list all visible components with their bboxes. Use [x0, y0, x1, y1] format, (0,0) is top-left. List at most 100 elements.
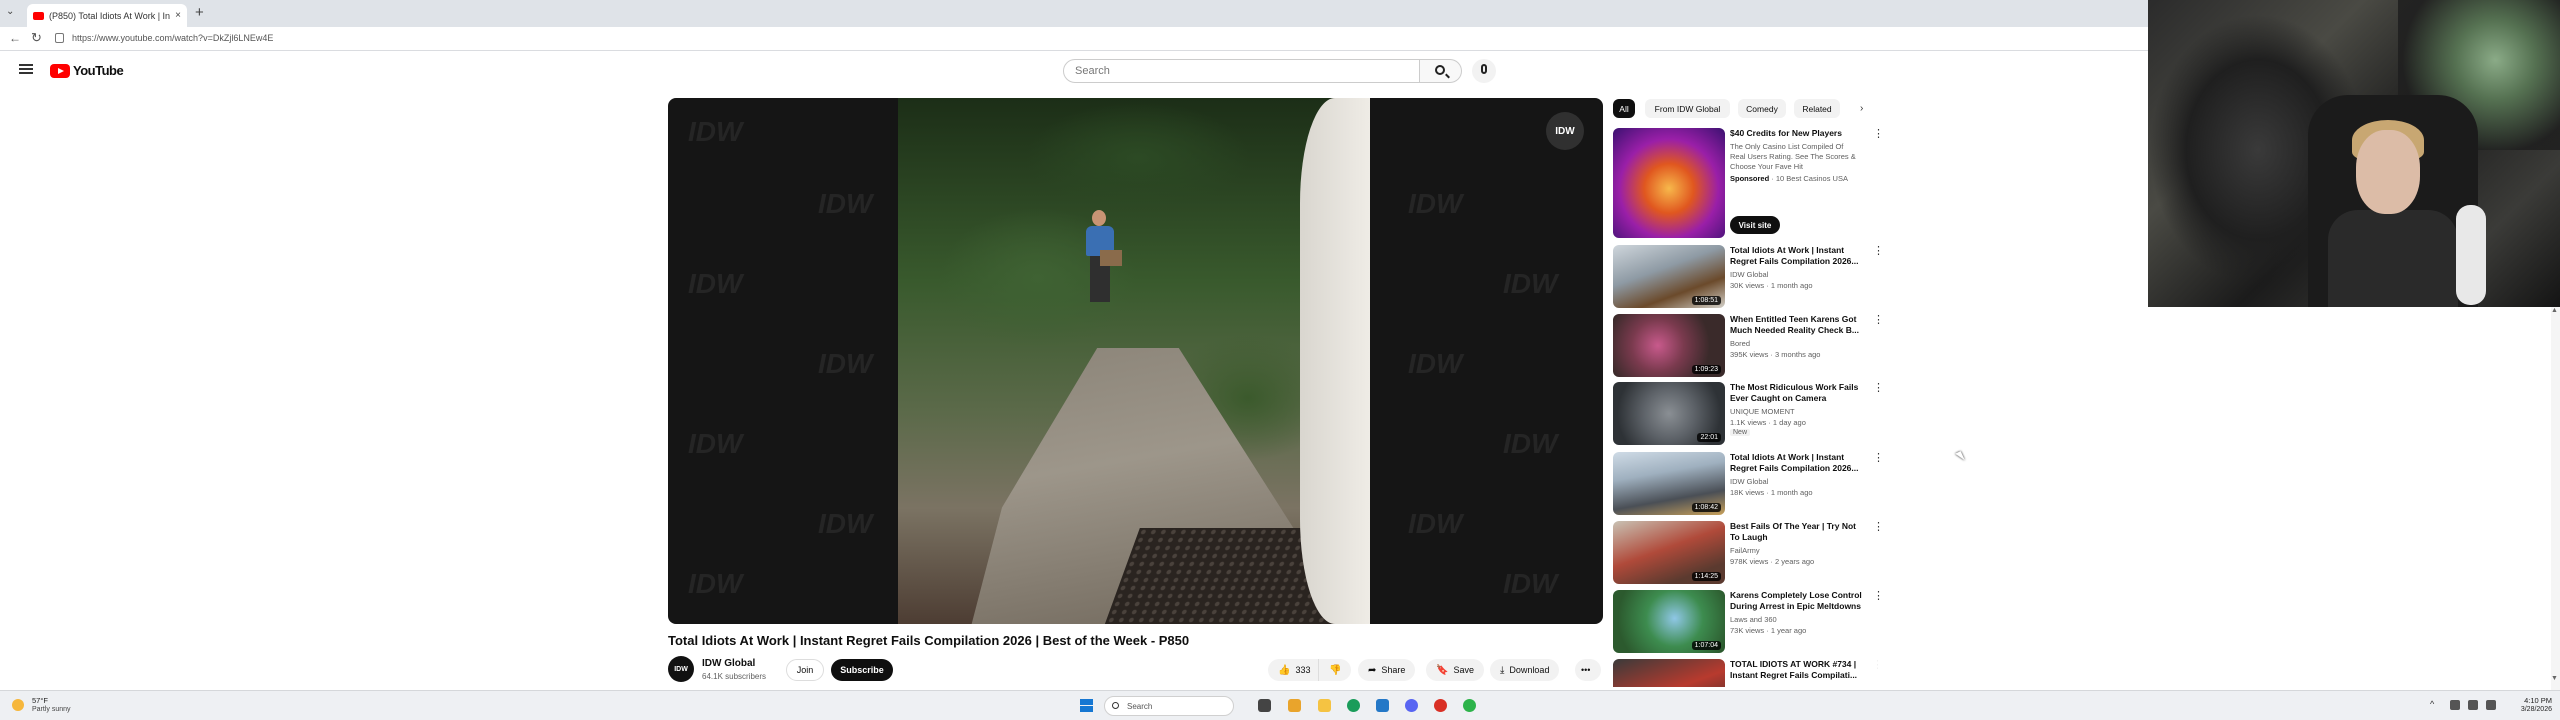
recommendation-thumbnail[interactable]: 1:07:04: [1613, 590, 1725, 653]
weather-temperature[interactable]: 57°F: [32, 696, 48, 705]
kebab-icon[interactable]: ⋮: [1873, 246, 1884, 257]
spotify-icon[interactable]: [1463, 699, 1476, 712]
search-button[interactable]: [1420, 59, 1462, 83]
recommendation-item[interactable]: 1:09:23 When Entitled Teen Karens Got Mu…: [1613, 314, 1884, 380]
recommendation-channel[interactable]: Laws and 360: [1730, 615, 1777, 624]
channel-watermark-bug[interactable]: IDW: [1546, 112, 1584, 150]
taskbar-search-box[interactable]: Search: [1104, 696, 1234, 716]
recommendation-thumbnail[interactable]: 1:09:23: [1613, 314, 1725, 377]
store-icon[interactable]: [1376, 699, 1389, 712]
like-button[interactable]: 👍 333: [1268, 659, 1321, 681]
recommendation-channel[interactable]: Bored: [1730, 339, 1750, 348]
close-tab-icon[interactable]: ×: [175, 10, 181, 21]
duration-badge: 1:07:04: [1691, 641, 1721, 650]
recommendation-item[interactable]: TOTAL IDIOTS AT WORK #734 | Instant Regr…: [1613, 659, 1878, 687]
reload-button[interactable]: ↻: [31, 30, 42, 46]
recommendation-channel[interactable]: UNIQUE MOMENT: [1730, 407, 1795, 416]
recommendation-title[interactable]: TOTAL IDIOTS AT WORK #734 | Instant Regr…: [1730, 659, 1868, 681]
kebab-icon[interactable]: ⋮: [1873, 453, 1884, 464]
join-button[interactable]: Join: [786, 659, 824, 681]
kebab-icon[interactable]: ⋮: [1873, 315, 1884, 326]
channel-avatar[interactable]: IDW: [668, 656, 694, 682]
clock-date[interactable]: 3/28/2026: [2510, 706, 2552, 713]
recommendation-thumbnail[interactable]: 22:01: [1613, 382, 1725, 445]
scroll-down-icon[interactable]: ▼: [2551, 675, 2558, 682]
task-view-icon[interactable]: [1258, 699, 1271, 712]
chevron-right-icon[interactable]: ›: [1860, 103, 1863, 114]
weather-icon[interactable]: [12, 699, 24, 711]
discord-icon[interactable]: [1405, 699, 1418, 712]
channel-name[interactable]: IDW Global: [702, 658, 755, 669]
back-button[interactable]: ←: [9, 31, 21, 45]
voice-search-button[interactable]: [1472, 59, 1496, 83]
kebab-icon[interactable]: ⋮: [1873, 522, 1884, 533]
download-button[interactable]: ⤓ Download: [1490, 659, 1560, 681]
person-face: [2356, 130, 2420, 214]
recommendation-item[interactable]: 1:08:51 Total Idiots At Work | Instant R…: [1613, 245, 1884, 311]
recommendation-item[interactable]: 1:14:25 Best Fails Of The Year | Try Not…: [1613, 521, 1884, 587]
youtube-favicon-icon: [33, 11, 44, 20]
recommendation-thumbnail[interactable]: [1613, 659, 1725, 687]
chip-comedy[interactable]: Comedy: [1738, 99, 1786, 118]
url-field[interactable]: https://www.youtube.com/watch?v=DkZjl6LN…: [72, 33, 273, 43]
recommendation-title[interactable]: Best Fails Of The Year | Try Not To Laug…: [1730, 521, 1868, 543]
network-icon[interactable]: [2450, 700, 2460, 710]
video-player[interactable]: IDW IDW IDW IDW IDW IDW IDW IDW IDW IDW …: [668, 98, 1603, 624]
recommendation-item[interactable]: 1:07:04 Karens Completely Lose Control D…: [1613, 590, 1884, 656]
like-icon: 👍: [1278, 664, 1291, 676]
kebab-icon[interactable]: ⋮: [1873, 660, 1878, 671]
recommendation-title[interactable]: When Entitled Teen Karens Got Much Neede…: [1730, 314, 1868, 336]
widgets-icon[interactable]: [1288, 699, 1301, 712]
watermark: IDW: [1408, 348, 1463, 379]
volume-icon[interactable]: [2468, 700, 2478, 710]
ad-line: Choose Your Fave Hit: [1730, 162, 1803, 171]
chip-related[interactable]: Related: [1794, 99, 1840, 118]
browser-tab-active[interactable]: (P850) Total Idiots At Work | In ×: [27, 4, 187, 27]
windows-start-icon[interactable]: [1080, 699, 1093, 712]
recording-app-icon[interactable]: [1434, 699, 1447, 712]
save-button[interactable]: 🔖 Save: [1426, 659, 1484, 681]
scroll-up-icon[interactable]: ▲: [2551, 307, 2558, 314]
recommendation-title[interactable]: Karens Completely Lose Control During Ar…: [1730, 590, 1868, 612]
kebab-icon[interactable]: ⋮: [1873, 129, 1884, 140]
clock-time[interactable]: 4:10 PM: [2516, 696, 2552, 705]
subscribe-button[interactable]: Subscribe: [831, 659, 893, 681]
recommendation-title[interactable]: Total Idiots At Work | Instant Regret Fa…: [1730, 245, 1868, 267]
new-tab-button[interactable]: +: [195, 4, 204, 21]
more-actions-button[interactable]: •••: [1575, 659, 1601, 681]
ad-thumbnail[interactable]: [1613, 128, 1725, 238]
chip-all[interactable]: All: [1613, 99, 1635, 118]
youtube-logo[interactable]: YouTube: [50, 63, 124, 78]
chip-from-idw-global[interactable]: From IDW Global: [1645, 99, 1730, 118]
sponsored-ad[interactable]: $40 Credits for New Players The Only Cas…: [1613, 128, 1884, 238]
tab-list-dropdown-icon[interactable]: ⌄: [6, 6, 14, 17]
recommendation-title[interactable]: The Most Ridiculous Work Fails Ever Caug…: [1730, 382, 1868, 404]
page-scrollbar[interactable]: [2551, 307, 2560, 690]
recommendation-thumbnail[interactable]: 1:08:42: [1613, 452, 1725, 515]
visit-site-button[interactable]: Visit site: [1730, 216, 1780, 234]
weather-description[interactable]: Partly sunny: [32, 706, 71, 713]
recommendation-channel[interactable]: FailArmy: [1730, 546, 1760, 555]
recommendation-thumbnail[interactable]: 1:14:25: [1613, 521, 1725, 584]
battery-icon[interactable]: [2486, 700, 2496, 710]
share-button[interactable]: ➦ Share: [1358, 659, 1416, 681]
ad-title[interactable]: $40 Credits for New Players: [1730, 128, 1868, 139]
kebab-icon[interactable]: ⋮: [1873, 383, 1884, 394]
recommendation-channel[interactable]: IDW Global: [1730, 270, 1768, 279]
tray-chevron-icon[interactable]: ^: [2430, 699, 2434, 709]
recommendation-item[interactable]: 1:08:42 Total Idiots At Work | Instant R…: [1613, 452, 1884, 518]
ad-line: The Only Casino List Compiled Of: [1730, 142, 1844, 151]
search-input[interactable]: Search: [1063, 59, 1420, 83]
recommendation-thumbnail[interactable]: 1:08:51: [1613, 245, 1725, 308]
chrome-icon[interactable]: [1347, 699, 1360, 712]
kebab-icon[interactable]: ⋮: [1873, 591, 1884, 602]
recommendation-channel[interactable]: IDW Global: [1730, 477, 1768, 486]
menu-icon[interactable]: [19, 64, 33, 74]
recommendation-item[interactable]: 22:01 The Most Ridiculous Work Fails Eve…: [1613, 382, 1884, 448]
dislike-button[interactable]: 👎: [1318, 659, 1352, 681]
new-badge: New: [1730, 429, 1751, 436]
site-info-icon[interactable]: [55, 33, 64, 43]
file-explorer-icon[interactable]: [1318, 699, 1331, 712]
search-icon: [1435, 65, 1445, 75]
recommendation-title[interactable]: Total Idiots At Work | Instant Regret Fa…: [1730, 452, 1868, 474]
